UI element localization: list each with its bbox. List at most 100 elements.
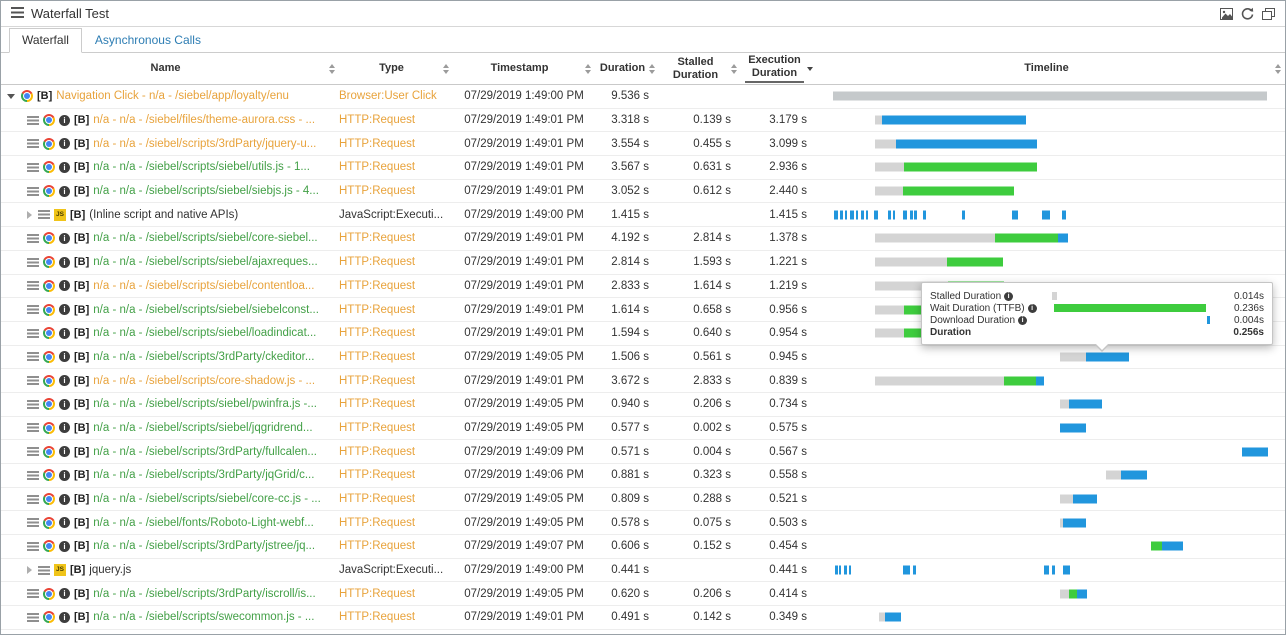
- timeline-bar[interactable]: [1060, 589, 1069, 598]
- table-row[interactable]: [B]n/a - n/a - /siebel/scripts/siebel/pw…: [1, 393, 1285, 417]
- timeline-bar[interactable]: [1151, 542, 1162, 551]
- timeline-bar[interactable]: [903, 566, 907, 575]
- export-image-icon[interactable]: [1220, 8, 1233, 20]
- timeline-bar[interactable]: [835, 566, 838, 575]
- timeline-bar[interactable]: [1162, 542, 1183, 551]
- column-header-name[interactable]: Name: [1, 53, 339, 84]
- timeline-bar[interactable]: [1073, 495, 1097, 504]
- table-row[interactable]: [B]n/a - n/a - /siebel/scripts/3rdParty/…: [1, 582, 1285, 606]
- timeline-bar[interactable]: [875, 258, 948, 267]
- timeline-bar[interactable]: [888, 210, 891, 219]
- timeline-bar[interactable]: [834, 210, 838, 219]
- table-row[interactable]: [B]n/a - n/a - /siebel/scripts/3rdParty/…: [1, 630, 1285, 635]
- tab-asynchronous-calls[interactable]: Asynchronous Calls: [82, 28, 214, 53]
- timeline-bar[interactable]: [1060, 400, 1069, 409]
- table-row[interactable]: [B]n/a - n/a - /siebel/scripts/siebel/jq…: [1, 417, 1285, 441]
- timeline-bar[interactable]: [1058, 234, 1068, 243]
- timeline-bar[interactable]: [1063, 518, 1086, 527]
- timeline-bar[interactable]: [882, 116, 1027, 125]
- table-row[interactable]: [B]n/a - n/a - /siebel/scripts/siebel/si…: [1, 180, 1285, 204]
- expand-open-icon[interactable]: [7, 94, 15, 99]
- timeline-bar[interactable]: [839, 566, 841, 575]
- timeline-bar[interactable]: [1121, 471, 1147, 480]
- timeline-bar[interactable]: [845, 210, 847, 219]
- timeline-bar[interactable]: [913, 566, 916, 575]
- table-row[interactable]: [B]n/a - n/a - /siebel/scripts/3rdParty/…: [1, 440, 1285, 464]
- column-header-stalled-duration[interactable]: Stalled Duration: [659, 53, 741, 84]
- column-header-duration[interactable]: Duration: [595, 53, 659, 84]
- timeline-bar[interactable]: [1012, 210, 1018, 219]
- timeline-bar[interactable]: [923, 210, 926, 219]
- table-row[interactable]: [B]n/a - n/a - /siebel/scripts/siebel/co…: [1, 227, 1285, 251]
- tab-waterfall[interactable]: Waterfall: [9, 28, 82, 53]
- column-header-type[interactable]: Type: [339, 53, 453, 84]
- timeline-bar[interactable]: [1036, 376, 1044, 385]
- table-row[interactable]: [B]n/a - n/a - /siebel/scripts/siebel/co…: [1, 488, 1285, 512]
- table-row[interactable]: [B]n/a - n/a - /siebel/scripts/siebel/aj…: [1, 251, 1285, 275]
- timeline-bar[interactable]: [844, 566, 847, 575]
- table-row[interactable]: [B]n/a - n/a - /siebel/scripts/3rdParty/…: [1, 346, 1285, 370]
- timeline-bar[interactable]: [893, 210, 895, 219]
- timeline-bar[interactable]: [850, 210, 854, 219]
- timeline-bar[interactable]: [1077, 589, 1087, 598]
- column-header-timeline[interactable]: Timeline: [817, 53, 1285, 84]
- timeline-bar[interactable]: [910, 210, 913, 219]
- timeline-bar[interactable]: [1004, 376, 1036, 385]
- timeline-bar[interactable]: [947, 258, 1003, 267]
- timeline-bar[interactable]: [874, 210, 878, 219]
- table-row[interactable]: [B]n/a - n/a - /siebel/files/theme-auror…: [1, 109, 1285, 133]
- timeline-bar[interactable]: [1086, 352, 1129, 361]
- table-row[interactable]: [B]n/a - n/a - /siebel/scripts/3rdParty/…: [1, 464, 1285, 488]
- timeline-bar[interactable]: [875, 376, 1004, 385]
- timeline-bar[interactable]: [875, 234, 995, 243]
- table-row[interactable]: [B]n/a - n/a - /siebel/scripts/3rdParty/…: [1, 535, 1285, 559]
- timeline-bar[interactable]: [1106, 471, 1121, 480]
- timeline-bar[interactable]: [1042, 210, 1050, 219]
- timeline-bar[interactable]: [1060, 352, 1086, 361]
- timeline-bar[interactable]: [861, 210, 864, 219]
- timeline-bar[interactable]: [885, 613, 901, 622]
- table-row[interactable]: [B]jquery.jsJavaScript:Executi...07/29/2…: [1, 559, 1285, 583]
- column-header-execution-duration[interactable]: Execution Duration: [741, 53, 817, 84]
- timeline-bar[interactable]: [840, 210, 843, 219]
- refresh-icon[interactable]: [1241, 7, 1254, 20]
- timeline-bar[interactable]: [904, 163, 1038, 172]
- table-row[interactable]: [B]n/a - n/a - /siebel/scripts/swecommon…: [1, 606, 1285, 630]
- timeline-bar[interactable]: [1069, 589, 1078, 598]
- timeline-bar[interactable]: [849, 566, 851, 575]
- table-row[interactable]: [B]Navigation Click - n/a - /siebel/app/…: [1, 85, 1285, 109]
- timeline-bar[interactable]: [875, 163, 904, 172]
- expand-collapsed-icon[interactable]: [27, 211, 32, 219]
- table-row[interactable]: [B](Inline script and native APIs)JavaSc…: [1, 203, 1285, 227]
- expand-collapsed-icon[interactable]: [27, 566, 32, 574]
- timeline-bar[interactable]: [907, 566, 909, 575]
- timeline-bar[interactable]: [1052, 566, 1055, 575]
- timeline-bar[interactable]: [914, 210, 916, 219]
- table-row[interactable]: [B]n/a - n/a - /siebel/fonts/Roboto-Ligh…: [1, 511, 1285, 535]
- timeline-bar[interactable]: [1062, 210, 1066, 219]
- table-row[interactable]: [B]n/a - n/a - /siebel/scripts/core-shad…: [1, 369, 1285, 393]
- timeline-bar[interactable]: [1060, 495, 1073, 504]
- timeline-bar[interactable]: [875, 139, 896, 148]
- timeline-bar[interactable]: [833, 92, 1267, 101]
- timeline-bar[interactable]: [962, 210, 965, 219]
- table-row[interactable]: [B]n/a - n/a - /siebel/scripts/siebel/ut…: [1, 156, 1285, 180]
- timeline-bar[interactable]: [1242, 447, 1268, 456]
- timeline-bar[interactable]: [856, 210, 858, 219]
- open-window-icon[interactable]: [1262, 8, 1275, 20]
- timeline-bar[interactable]: [875, 187, 903, 196]
- column-header-timestamp[interactable]: Timestamp: [453, 53, 595, 84]
- timeline-bar[interactable]: [896, 139, 1037, 148]
- timeline-bar[interactable]: [875, 329, 904, 338]
- timeline-bar[interactable]: [875, 305, 905, 314]
- timeline-bar[interactable]: [903, 210, 908, 219]
- timeline-bar[interactable]: [1063, 566, 1070, 575]
- timeline-bar[interactable]: [1044, 566, 1049, 575]
- timeline-bar[interactable]: [875, 116, 882, 125]
- timeline-bar[interactable]: [903, 187, 1015, 196]
- table-row[interactable]: [B]n/a - n/a - /siebel/scripts/3rdParty/…: [1, 132, 1285, 156]
- timeline-bar[interactable]: [866, 210, 868, 219]
- timeline-bar[interactable]: [1069, 400, 1103, 409]
- timeline-bar[interactable]: [995, 234, 1058, 243]
- timeline-bar[interactable]: [1060, 423, 1086, 432]
